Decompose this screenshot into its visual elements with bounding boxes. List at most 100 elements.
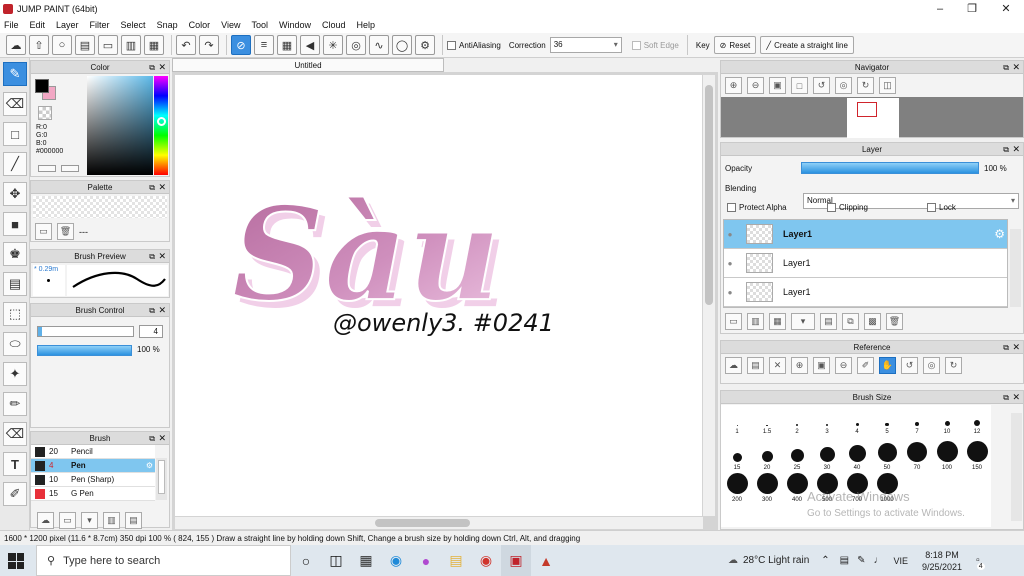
saturation-value-picker[interactable] — [87, 76, 153, 175]
brush-item[interactable]: 20 Pencil — [31, 445, 155, 459]
hand-icon[interactable]: ✋ — [879, 357, 896, 374]
brush-size-cell[interactable]: 20 — [752, 441, 782, 471]
menu-window[interactable]: Window — [279, 20, 311, 30]
brush-size-cell[interactable]: 4 — [842, 409, 872, 435]
zoom-in-icon[interactable]: ⊕ — [791, 357, 808, 374]
brush-menu-icon[interactable]: ▾ — [81, 512, 98, 529]
menu-color[interactable]: Color — [189, 20, 211, 30]
menu-layer[interactable]: Layer — [56, 20, 79, 30]
layer-folder-icon[interactable]: ▤ — [820, 313, 837, 330]
cloud-upload-icon[interactable]: ☁ — [725, 357, 742, 374]
brush-size-cell[interactable]: 5 — [872, 409, 902, 435]
eyedropper-tool-icon[interactable]: ✐ — [3, 482, 27, 506]
zoom-out-icon[interactable]: ⊖ — [747, 77, 764, 94]
snap-off-icon[interactable]: ⊘ — [231, 35, 251, 55]
jump-paint-icon[interactable]: ▣ — [501, 545, 531, 576]
fill-rect-tool-icon[interactable]: ■ — [3, 212, 27, 236]
menu-help[interactable]: Help — [357, 20, 376, 30]
eraser-tool-icon[interactable]: ⌫ — [3, 92, 27, 116]
clipping[interactable]: Clipping — [827, 203, 868, 212]
snap-circle-icon[interactable]: ◎ — [346, 35, 366, 55]
close-icon[interactable]: ✕ — [158, 432, 166, 445]
brush-size-cell[interactable]: 15 — [722, 441, 752, 471]
rotate-right-icon[interactable]: ↻ — [945, 357, 962, 374]
brush-size-cell[interactable]: 3 — [812, 409, 842, 435]
move-tool-icon[interactable]: ✥ — [3, 182, 27, 206]
close-button[interactable]: ✕ — [990, 0, 1022, 17]
brush-size-cell[interactable]: 300 — [752, 473, 782, 503]
close-reference-icon[interactable]: ✕ — [769, 357, 786, 374]
clock[interactable]: 8:18 PM 9/25/2021 — [922, 549, 962, 573]
pin-icon[interactable]: ⧉ — [149, 181, 155, 194]
delete-palette-icon[interactable]: 🗑 — [57, 223, 74, 240]
bucket-tool-icon[interactable]: ♚ — [3, 242, 27, 266]
language-indicator[interactable]: VIE — [894, 556, 909, 566]
copy-brush-icon[interactable]: ▥ — [103, 512, 120, 529]
lasso-tool-icon[interactable]: ⬭ — [3, 332, 27, 356]
brush-size-cell[interactable]: 25 — [782, 441, 812, 471]
antialiasing-checkbox[interactable] — [447, 40, 456, 50]
close-icon[interactable]: ✕ — [158, 304, 166, 317]
minimize-button[interactable]: – — [924, 0, 956, 17]
reset-button[interactable]: ⊘ Reset — [713, 36, 757, 54]
notifications-icon[interactable]: ▫ 4 — [976, 555, 985, 570]
message-icon[interactable]: ▤ — [75, 35, 95, 55]
layer-row[interactable]: ● Layer1 ⚙ — [724, 220, 1007, 249]
brush-list-scrollbar[interactable] — [156, 458, 167, 500]
gradient-tool-icon[interactable]: ▤ — [3, 272, 27, 296]
weather-text[interactable]: 28°C Light rain — [743, 555, 809, 566]
canvas-vertical-scrollbar[interactable] — [703, 75, 715, 516]
canvas[interactable]: Sàu Sàu @owenly3. #0241 — [175, 75, 702, 516]
select-eraser-tool-icon[interactable]: ⌫ — [3, 422, 27, 446]
pen-tool-icon[interactable]: ✎ — [3, 62, 27, 86]
lock-checkbox[interactable] — [927, 203, 936, 212]
close-icon[interactable]: ✕ — [1012, 143, 1020, 156]
zoom-in-icon[interactable]: ⊕ — [725, 77, 742, 94]
correction-select[interactable]: 36 — [549, 37, 622, 53]
export-icon[interactable]: ⇧ — [29, 35, 49, 55]
page-icon[interactable]: ▭ — [98, 35, 118, 55]
scroll-thumb[interactable] — [158, 460, 165, 494]
close-icon[interactable]: ✕ — [1012, 391, 1020, 404]
menu-tool[interactable]: Tool — [251, 20, 268, 30]
cortana-icon[interactable]: ○ — [291, 545, 321, 576]
actual-size-icon[interactable]: □ — [791, 77, 808, 94]
pages-icon[interactable]: ▥ — [121, 35, 141, 55]
file-explorer-icon[interactable]: ▤ — [441, 545, 471, 576]
brush-size-cell[interactable]: 1 — [722, 409, 752, 435]
snap-radial-icon[interactable]: ✳ — [323, 35, 343, 55]
redo-icon[interactable]: ↷ — [199, 35, 219, 55]
pin-icon[interactable]: ⧉ — [1003, 143, 1009, 156]
protect-alpha-checkbox[interactable] — [727, 203, 736, 212]
snap-curve-icon[interactable]: ∿ — [369, 35, 389, 55]
palette-swatches[interactable] — [33, 196, 167, 218]
pin-icon[interactable]: ⧉ — [149, 432, 155, 445]
layer-type-menu-icon[interactable]: ▾ — [791, 313, 815, 330]
menu-file[interactable]: File — [4, 20, 19, 30]
transparent-swatch[interactable] — [38, 106, 52, 120]
visibility-icon[interactable]: ● — [724, 220, 736, 249]
gear-icon[interactable]: ⚙ — [994, 227, 1005, 241]
foreground-color-swatch[interactable] — [35, 79, 49, 93]
snap-perspective-icon[interactable]: ◀ — [300, 35, 320, 55]
brush-size-scrollbar[interactable] — [1011, 413, 1022, 521]
layer-opacity-slider[interactable] — [801, 162, 979, 174]
brush-item[interactable]: 4 Pen ⚙ — [31, 459, 155, 473]
menu-snap[interactable]: Snap — [157, 20, 178, 30]
comment-icon[interactable]: ○ — [52, 35, 72, 55]
fit-icon[interactable]: ▣ — [769, 77, 786, 94]
close-icon[interactable]: ✕ — [1012, 341, 1020, 354]
brush-size-cell[interactable]: 7 — [902, 409, 932, 435]
snap-ellipse-icon[interactable]: ◯ — [392, 35, 412, 55]
pen-icon[interactable]: ✎ — [857, 555, 865, 566]
layout-icon[interactable]: ▦ — [144, 35, 164, 55]
lock[interactable]: Lock — [927, 203, 956, 212]
weather-icon[interactable]: ☁ — [728, 555, 738, 566]
color-history-button[interactable] — [61, 165, 79, 172]
rotate-left-icon[interactable]: ↺ — [901, 357, 918, 374]
layer-row[interactable]: ● Layer1 — [724, 249, 1007, 278]
clipping-checkbox[interactable] — [827, 203, 836, 212]
snap-grid-icon[interactable]: ▦ — [277, 35, 297, 55]
pin-icon[interactable]: ⧉ — [149, 304, 155, 317]
close-icon[interactable]: ✕ — [158, 61, 166, 74]
